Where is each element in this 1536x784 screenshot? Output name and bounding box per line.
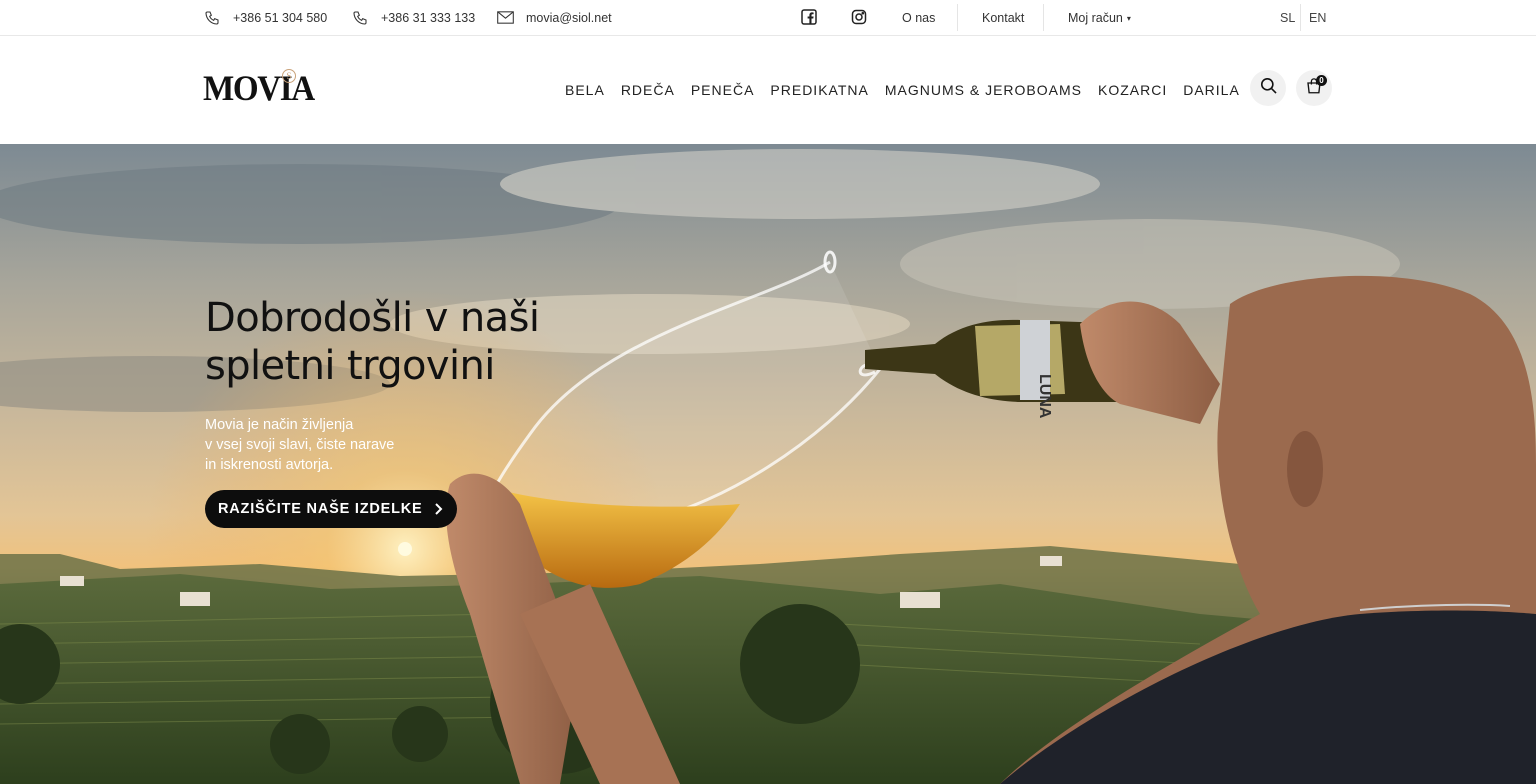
sun bbox=[398, 542, 412, 556]
envelope-icon bbox=[496, 9, 514, 27]
hero-subtitle-line: Movia je način življenja bbox=[205, 417, 354, 433]
search-button[interactable] bbox=[1250, 70, 1286, 106]
hero-banner: LUNA Dobrodošli v naši spletni trgovini … bbox=[0, 144, 1536, 784]
top-utility-bar: +386 51 304 580 +386 31 333 133 movia@si… bbox=[0, 0, 1536, 36]
nav-item-rdeca[interactable]: RDEČA bbox=[621, 82, 675, 98]
chevron-right-icon bbox=[431, 502, 445, 516]
language-sl[interactable]: SL bbox=[1280, 0, 1295, 35]
cart-count-badge: 0 bbox=[1316, 75, 1327, 86]
main-navigation: BELA RDEČA PENEČA PREDIKATNA MAGNUMS & J… bbox=[565, 36, 1256, 144]
email-link[interactable]: movia@siol.net bbox=[496, 0, 612, 35]
contact-link[interactable]: Kontakt bbox=[982, 0, 1024, 35]
language-en[interactable]: EN bbox=[1309, 0, 1326, 35]
main-header: MOVIA S BELA RDEČA PENEČA PREDIKATNA MAG… bbox=[0, 36, 1536, 144]
phone-number-2: +386 31 333 133 bbox=[381, 10, 476, 25]
phone-number-1: +386 51 304 580 bbox=[233, 10, 328, 25]
divider bbox=[1300, 4, 1301, 31]
bottle-label: LUNA bbox=[1036, 374, 1053, 419]
divider bbox=[957, 4, 958, 31]
explore-products-label: RAZIŠČITE NAŠE IZDELKE bbox=[218, 501, 423, 517]
cart-button[interactable]: 0 bbox=[1296, 70, 1332, 106]
nav-item-kozarci[interactable]: KOZARCI bbox=[1098, 82, 1167, 98]
hero-subtitle: Movia je način življenja v vsej svoji sl… bbox=[205, 415, 465, 475]
phone-icon bbox=[203, 9, 221, 27]
account-label: Moj račun bbox=[1068, 10, 1123, 25]
phone-link-1[interactable]: +386 51 304 580 bbox=[203, 0, 327, 35]
nav-item-magnums[interactable]: MAGNUMS & JEROBOAMS bbox=[885, 82, 1082, 98]
account-dropdown[interactable]: Moj račun ▾ bbox=[1068, 0, 1131, 35]
nav-item-peneca[interactable]: PENEČA bbox=[691, 82, 755, 98]
phone-icon bbox=[351, 9, 369, 27]
logo-mark: S bbox=[282, 69, 296, 83]
logo[interactable]: MOVIA S bbox=[203, 69, 324, 109]
hero-subtitle-line: v vsej svoji slavi, čiste narave bbox=[205, 437, 395, 453]
hero-subtitle-line: in iskrenosti avtorja. bbox=[205, 457, 334, 473]
hand-right bbox=[1080, 301, 1220, 424]
about-link[interactable]: O nas bbox=[902, 0, 935, 35]
divider bbox=[1043, 4, 1044, 31]
logo-text: MOVIA bbox=[203, 68, 315, 108]
nav-item-predikatna[interactable]: PREDIKATNA bbox=[770, 82, 868, 98]
search-icon bbox=[1259, 76, 1278, 100]
instagram-icon[interactable] bbox=[851, 9, 867, 25]
nav-item-bela[interactable]: BELA bbox=[565, 82, 605, 98]
phone-link-2[interactable]: +386 31 333 133 bbox=[351, 0, 475, 35]
facebook-icon[interactable] bbox=[801, 9, 817, 25]
email-address: movia@siol.net bbox=[526, 10, 612, 25]
hero-title: Dobrodošli v naši spletni trgovini bbox=[205, 295, 540, 389]
nav-item-darila[interactable]: DARILA bbox=[1183, 82, 1240, 98]
explore-products-button[interactable]: RAZIŠČITE NAŠE IZDELKE bbox=[205, 490, 457, 528]
caret-down-icon: ▾ bbox=[1126, 14, 1131, 23]
